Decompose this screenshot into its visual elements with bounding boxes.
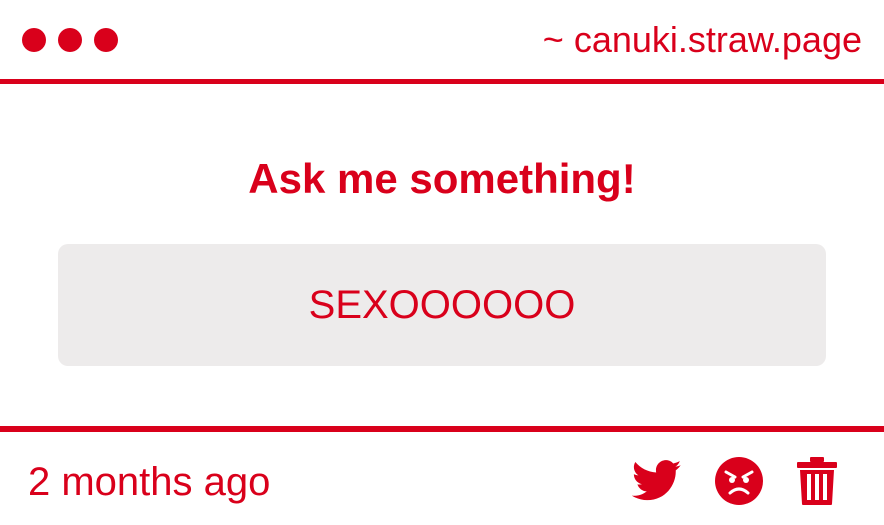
window-controls (22, 28, 118, 52)
trash-icon (797, 457, 837, 505)
page-header: ~ canuki.straw.page (0, 0, 884, 84)
action-bar (632, 456, 838, 506)
question-box: SEXOOOOOO (58, 244, 826, 366)
angry-face-icon (715, 457, 763, 505)
page-footer: 2 months ago (0, 426, 884, 525)
window-dot-2 (58, 28, 82, 52)
main-content: Ask me something! SEXOOOOOO (0, 84, 884, 426)
site-title[interactable]: ~ canuki.straw.page (543, 18, 862, 62)
window-dot-3 (94, 28, 118, 52)
react-angry-button[interactable] (714, 456, 764, 506)
timestamp: 2 months ago (28, 460, 271, 504)
delete-button[interactable] (796, 456, 838, 506)
share-twitter-button[interactable] (632, 460, 682, 502)
twitter-icon (632, 460, 682, 501)
prompt-heading: Ask me something! (248, 155, 636, 202)
window-dot-1 (22, 28, 46, 52)
question-text: SEXOOOOOO (308, 283, 576, 327)
